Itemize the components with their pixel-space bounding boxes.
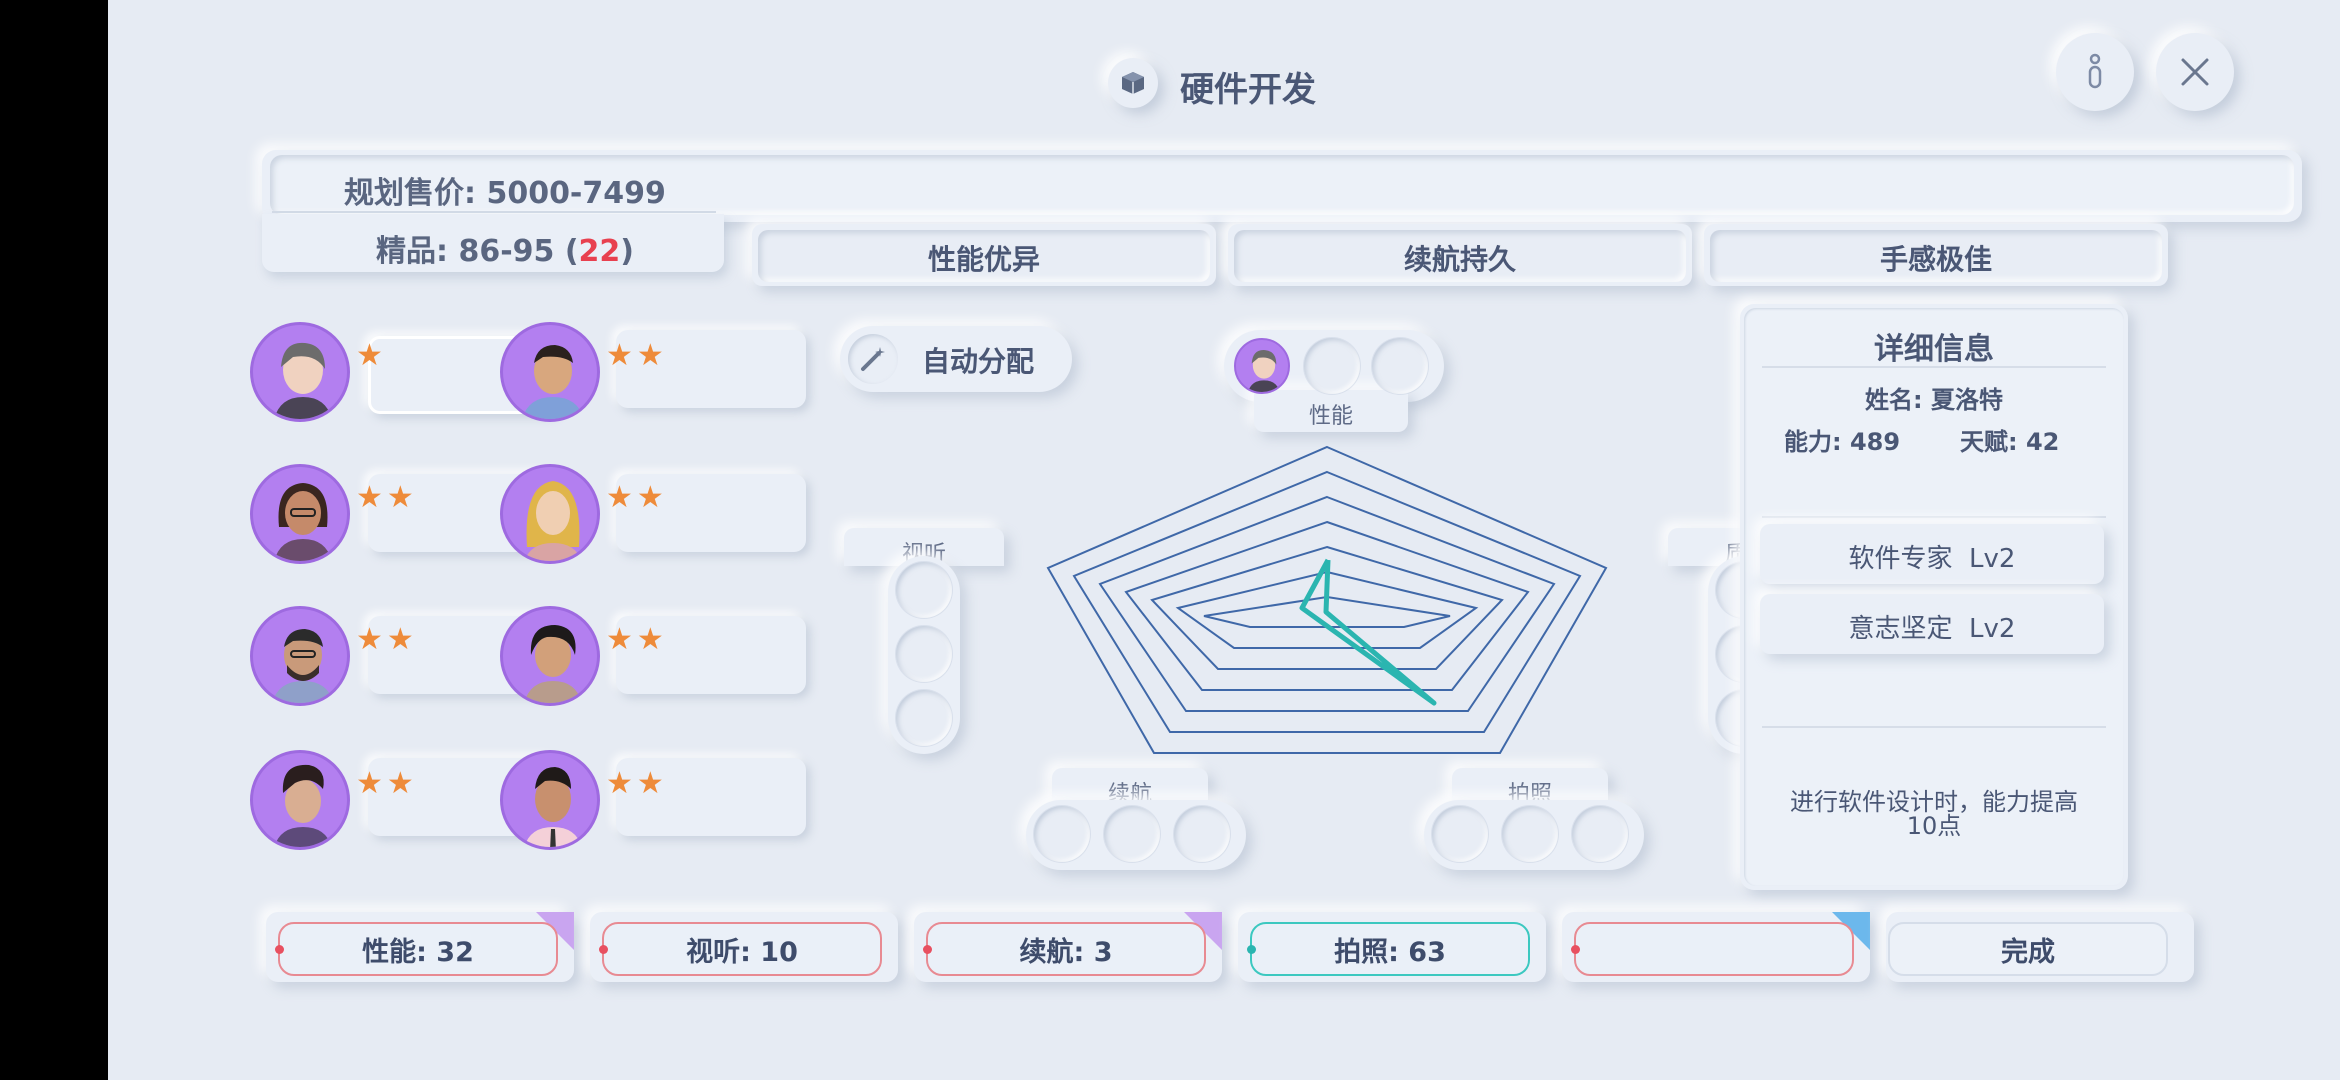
employee-avatar-7[interactable] [250,750,350,850]
info-icon [2088,53,2102,89]
stat-camera: 拍照: 63 [1247,922,1530,976]
details-divider-2 [1762,516,2106,518]
battery-slot-3[interactable] [1174,806,1230,862]
planned-price: 规划售价: 5000-7499 [344,176,666,211]
performance-slot-3[interactable] [1372,338,1428,394]
employee-avatar-1[interactable] [250,322,350,422]
feature-label-2: 续航持久 [1403,243,1516,276]
stat-battery: 续航: 3 [923,922,1206,976]
camera-slot-3[interactable] [1572,806,1628,862]
employee-talent: 天赋: 42 [1960,428,2060,456]
camera-slot-2[interactable] [1502,806,1558,862]
stat-dot [923,945,932,954]
employee-stars-8: ★★ [606,766,668,801]
employee-avatar-2[interactable] [500,322,600,422]
employee-avatar-8[interactable] [500,750,600,850]
info-button[interactable] [2056,33,2134,111]
magic-wand-icon [848,334,898,384]
details-divider-3 [1762,726,2106,728]
employee-stars-2: ★★ [606,338,668,373]
battery-slot-2[interactable] [1104,806,1160,862]
feature-label-3: 手感极佳 [1879,243,1992,276]
employee-avatar-3[interactable] [250,464,350,564]
divider [272,211,716,213]
title-cube-icon [1108,58,1158,108]
employee-avatar-5[interactable] [250,606,350,706]
page-title: 硬件开发 [1180,70,1316,110]
employee-ability: 能力: 489 [1784,428,1901,456]
employee-stars-7: ★★ [356,766,418,801]
assigned-employee-avatar[interactable] [1234,338,1290,394]
close-button[interactable] [2156,33,2234,111]
done-button[interactable]: 完成 [1888,922,2168,976]
audio-slot-1[interactable] [896,562,952,618]
battery-slot-1[interactable] [1034,806,1090,862]
employee-avatar-4[interactable] [500,464,600,564]
stat-dot [275,945,284,954]
skill-description-line2: 10点 [1906,812,1962,840]
employee-stars-5: ★★ [356,622,418,657]
quality-count: 22 [578,234,621,269]
employee-stars-3: ★★ [356,480,418,515]
auto-assign-label: 自动分配 [922,345,1035,378]
stat-empty [1571,922,1854,976]
employee-avatar-6[interactable] [500,606,600,706]
employee-stars-4: ★★ [606,480,668,515]
employee-name: 姓名: 夏洛特 [1865,386,2003,414]
stat-audio: 视听: 10 [599,922,882,976]
feature-label-1: 性能优异 [927,243,1040,276]
employee-stars-6: ★★ [606,622,668,657]
stat-dot [599,945,608,954]
performance-slot-2[interactable] [1304,338,1360,394]
quality-range: 精品: 86-95 (22) [376,234,635,269]
skill-1-label: 软件专家 Lv2 [1848,544,2016,574]
camera-slot-1[interactable] [1432,806,1488,862]
radar-chart [1046,445,1608,754]
details-divider-1 [1762,366,2106,368]
stat-dot [1247,945,1256,954]
audio-slot-3[interactable] [896,690,952,746]
game-screen: 硬件开发 规划售价: 5000-7499 精品: 86-95 (22) 性能优异… [108,0,2340,1080]
skill-2-label: 意志坚定 Lv2 [1848,614,2016,644]
details-title: 详细信息 [1874,332,1994,367]
stat-performance: 性能: 32 [275,922,558,976]
stat-dot [1571,945,1580,954]
audio-slot-2[interactable] [896,626,952,682]
close-icon [2181,58,2209,86]
auto-assign-button[interactable]: 自动分配 [840,326,1072,392]
employee-stars-1: ★ [356,338,387,373]
performance-label: 性能 [1308,404,1353,429]
